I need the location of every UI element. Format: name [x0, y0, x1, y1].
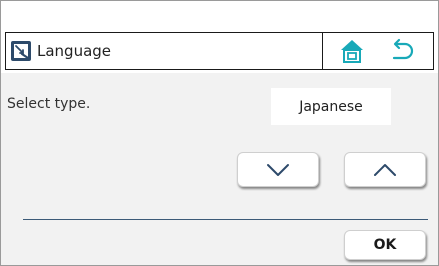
language-setting-icon	[11, 41, 31, 61]
back-button[interactable]	[388, 37, 416, 65]
home-icon	[341, 40, 363, 63]
title-bar: Language	[5, 32, 434, 70]
title-divider	[322, 33, 323, 69]
prompt-label: Select type.	[7, 96, 91, 112]
header: Language	[1, 1, 438, 73]
home-button[interactable]	[338, 37, 366, 65]
back-arrow-icon	[392, 38, 414, 60]
up-button[interactable]	[344, 152, 426, 187]
screen: Language Select type. Japanese OK	[0, 0, 439, 266]
chevron-up-icon	[374, 163, 396, 176]
chevron-down-icon	[267, 163, 289, 176]
ok-button[interactable]: OK	[344, 230, 426, 260]
separator-line	[23, 219, 428, 220]
page-title: Language	[37, 42, 112, 60]
down-button[interactable]	[237, 152, 319, 187]
selected-value: Japanese	[271, 88, 391, 125]
